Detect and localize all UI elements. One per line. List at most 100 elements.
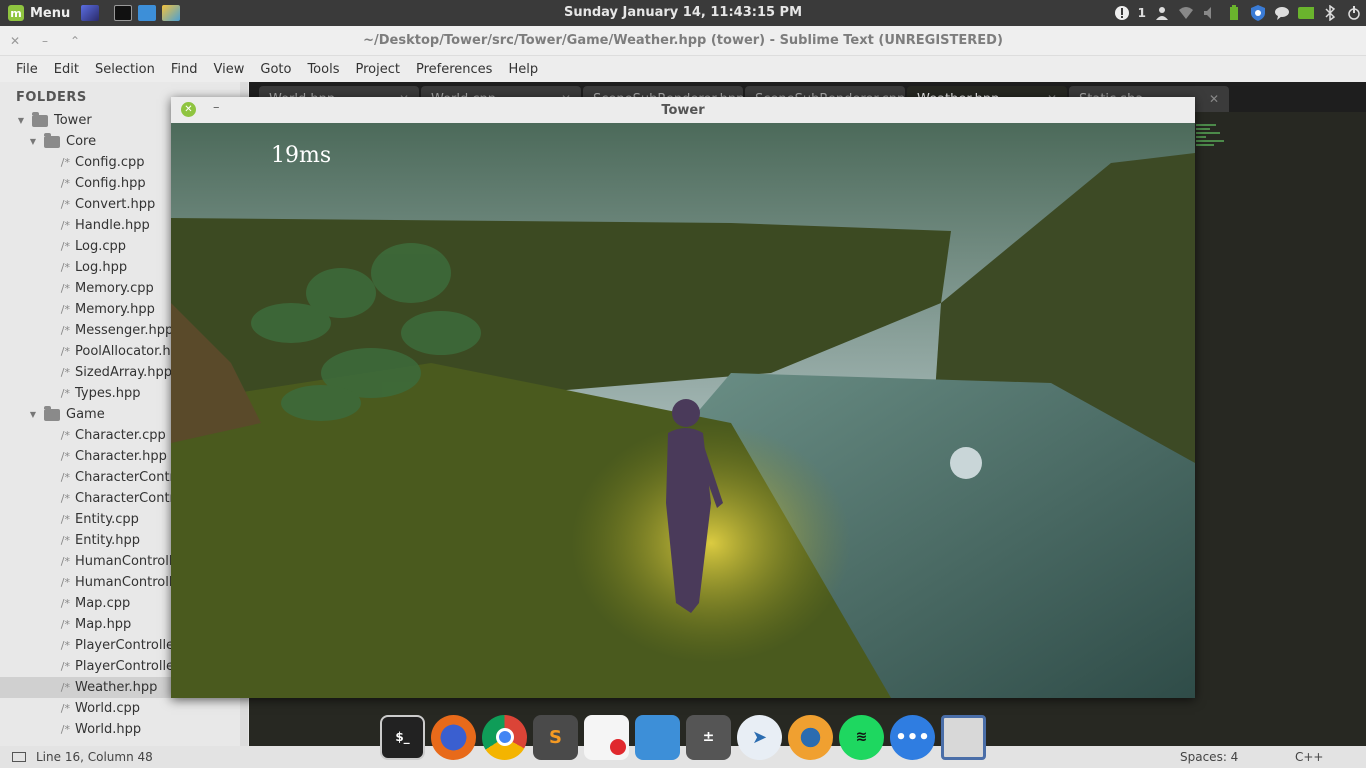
menu-find[interactable]: Find bbox=[163, 62, 206, 77]
file-item[interactable]: /* World.hpp bbox=[0, 719, 249, 740]
terminal-icon[interactable]: $_ bbox=[380, 714, 425, 760]
file-label: SizedArray.hpp bbox=[75, 365, 172, 380]
file-label: Messenger.hpp bbox=[75, 323, 174, 338]
firefox-icon[interactable] bbox=[431, 714, 476, 760]
power-icon[interactable] bbox=[1346, 5, 1362, 21]
menu-bar: File Edit Selection Find View Goto Tools… bbox=[0, 56, 1366, 82]
file-icon: /* bbox=[60, 492, 70, 505]
file-label: Handle.hpp bbox=[75, 218, 150, 233]
menu-goto[interactable]: Goto bbox=[252, 62, 299, 77]
file-icon: /* bbox=[60, 681, 70, 694]
file-icon: /* bbox=[60, 156, 70, 169]
expand-arrow-icon[interactable]: ▼ bbox=[28, 137, 38, 146]
user-icon[interactable] bbox=[1154, 5, 1170, 21]
text-editor-icon[interactable] bbox=[584, 714, 629, 760]
file-icon: /* bbox=[60, 450, 70, 463]
bluetooth-icon[interactable] bbox=[1322, 5, 1338, 21]
close-icon[interactable]: ✕ bbox=[181, 102, 196, 117]
file-icon: /* bbox=[60, 198, 70, 211]
minimize-icon[interactable]: – bbox=[38, 34, 52, 48]
mint-logo-icon: m bbox=[8, 5, 24, 21]
file-icon: /* bbox=[60, 597, 70, 610]
file-label: PlayerController. bbox=[75, 638, 183, 653]
menu-view[interactable]: View bbox=[206, 62, 253, 77]
file-label: CharacterContro bbox=[75, 470, 183, 485]
network-icon[interactable] bbox=[1298, 5, 1314, 21]
window-title: ~/Desktop/Tower/src/Tower/Game/Weather.h… bbox=[363, 33, 1003, 48]
chat-tray-icon[interactable] bbox=[1274, 5, 1290, 21]
menu-help[interactable]: Help bbox=[500, 62, 546, 77]
file-icon: /* bbox=[60, 324, 70, 337]
minimize-icon[interactable]: – bbox=[213, 100, 220, 115]
file-label: Weather.hpp bbox=[75, 680, 158, 695]
file-label: Config.hpp bbox=[75, 176, 146, 191]
dock: $_ S ± ➤ ≋ ••• bbox=[376, 710, 990, 764]
menu-tools[interactable]: Tools bbox=[299, 62, 347, 77]
file-label: World.hpp bbox=[75, 722, 142, 737]
file-label: Memory.hpp bbox=[75, 302, 155, 317]
file-icon: /* bbox=[60, 723, 70, 736]
scene-render bbox=[171, 123, 1195, 698]
cursor-position: Line 16, Column 48 bbox=[36, 750, 153, 764]
file-label: CharacterContro bbox=[75, 491, 183, 506]
file-label: PlayerController. bbox=[75, 659, 183, 674]
file-label: Entity.hpp bbox=[75, 533, 140, 548]
expand-arrow-icon[interactable]: ▼ bbox=[16, 116, 26, 125]
indentation-status[interactable]: Spaces: 4 bbox=[1180, 750, 1238, 764]
file-icon: /* bbox=[60, 177, 70, 190]
file-icon: /* bbox=[60, 387, 70, 400]
menu-preferences[interactable]: Preferences bbox=[408, 62, 500, 77]
volume-icon[interactable] bbox=[1202, 5, 1218, 21]
frame-time-readout: 19ms bbox=[271, 143, 332, 168]
system-tray: 1 bbox=[1114, 0, 1362, 26]
syntax-status[interactable]: C++ bbox=[1295, 750, 1324, 764]
folder-icon bbox=[44, 132, 60, 148]
menu-project[interactable]: Project bbox=[347, 62, 407, 77]
folder-icon bbox=[44, 405, 60, 421]
folder-label: Game bbox=[66, 407, 105, 422]
maximize-icon[interactable]: ⌃ bbox=[68, 34, 82, 48]
files-icon[interactable] bbox=[635, 714, 680, 760]
file-icon: /* bbox=[60, 639, 70, 652]
file-label: World.cpp bbox=[75, 701, 141, 716]
blender-icon[interactable] bbox=[788, 714, 833, 760]
terminal-launcher-icon[interactable] bbox=[114, 5, 133, 21]
menu-selection[interactable]: Selection bbox=[87, 62, 163, 77]
menu-file[interactable]: File bbox=[8, 62, 46, 77]
close-tab-icon[interactable]: ✕ bbox=[1209, 92, 1219, 106]
file-label: PoolAllocator.hp bbox=[75, 344, 179, 359]
file-label: Map.cpp bbox=[75, 596, 131, 611]
file-label: Entity.cpp bbox=[75, 512, 139, 527]
warning-icon[interactable] bbox=[1114, 5, 1130, 21]
file-label: Convert.hpp bbox=[75, 197, 156, 212]
web-browser-icon[interactable]: ➤ bbox=[737, 714, 782, 760]
minimap[interactable] bbox=[1196, 122, 1226, 182]
image-viewer-launcher-icon[interactable] bbox=[162, 5, 181, 21]
sublime-icon[interactable]: S bbox=[533, 714, 578, 760]
shield-icon[interactable] bbox=[1250, 5, 1266, 21]
show-desktop-icon[interactable] bbox=[81, 5, 100, 21]
panel-toggle-icon[interactable] bbox=[12, 752, 26, 762]
file-item[interactable]: /* World.cpp bbox=[0, 698, 249, 719]
chat-icon[interactable]: ••• bbox=[890, 714, 935, 760]
calculator-icon[interactable]: ± bbox=[686, 714, 731, 760]
menu-edit[interactable]: Edit bbox=[46, 62, 87, 77]
folder-icon bbox=[32, 111, 48, 127]
close-icon[interactable]: ✕ bbox=[8, 34, 22, 48]
game-window-title: Tower bbox=[661, 102, 705, 118]
game-viewport[interactable]: 19ms bbox=[171, 123, 1195, 698]
menu-button[interactable]: m Menu bbox=[0, 0, 78, 26]
file-label: HumanControlle bbox=[75, 575, 181, 590]
window-icon[interactable] bbox=[941, 714, 986, 760]
spotify-icon[interactable]: ≋ bbox=[839, 714, 884, 760]
battery-icon[interactable] bbox=[1226, 5, 1242, 21]
files-launcher-icon[interactable] bbox=[138, 5, 157, 21]
file-label: Map.hpp bbox=[75, 617, 132, 632]
wifi-icon[interactable] bbox=[1178, 5, 1194, 21]
file-label: HumanControlle bbox=[75, 554, 181, 569]
file-icon: /* bbox=[60, 261, 70, 274]
expand-arrow-icon[interactable]: ▼ bbox=[28, 410, 38, 419]
chrome-icon[interactable] bbox=[482, 714, 527, 760]
file-icon: /* bbox=[60, 366, 70, 379]
file-label: Log.hpp bbox=[75, 260, 128, 275]
